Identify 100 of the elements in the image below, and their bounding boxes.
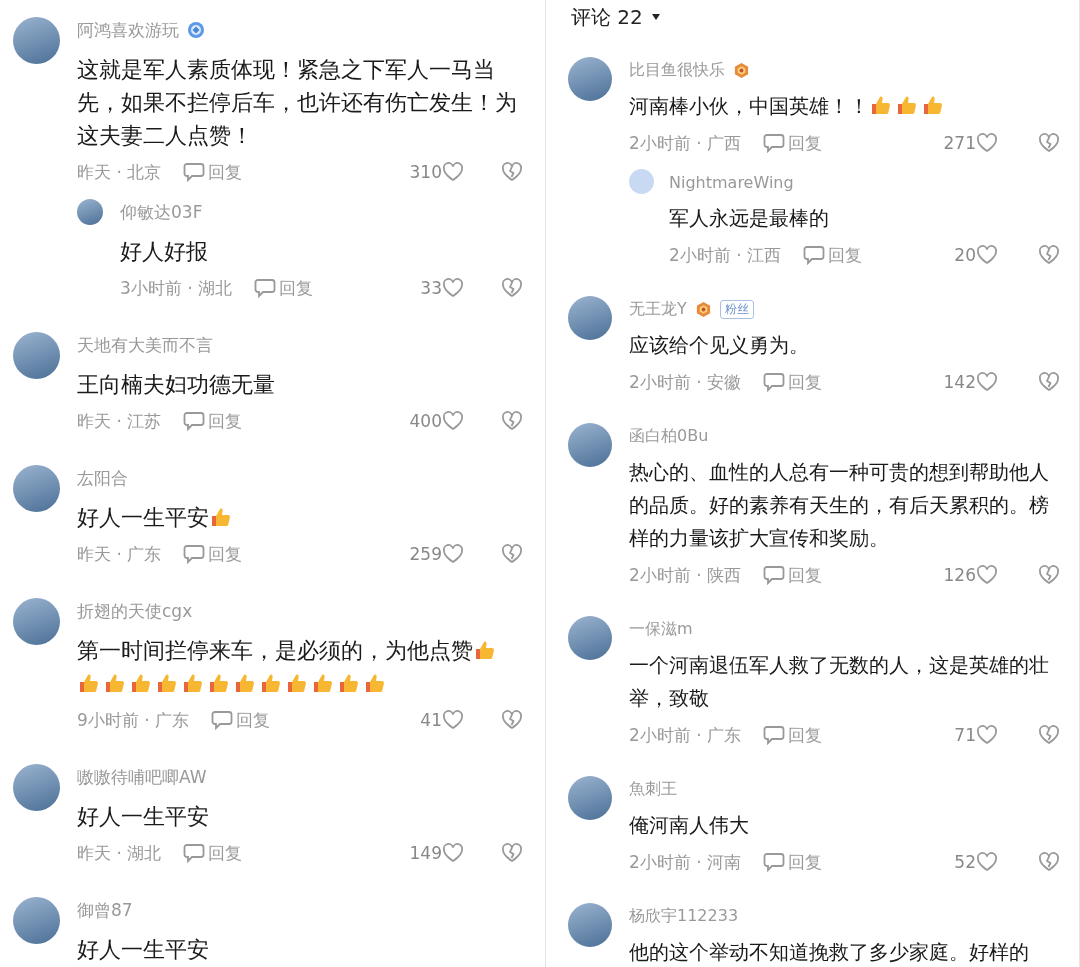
timestamp-location: 昨天 · 广东: [77, 542, 162, 566]
reply-button[interactable]: 回复: [183, 841, 243, 865]
broken-heart-icon[interactable]: [1038, 851, 1060, 873]
username[interactable]: 天地有大美而不言: [77, 333, 213, 357]
avatar[interactable]: [568, 616, 612, 660]
reply-button[interactable]: 回复: [183, 160, 243, 184]
comment-text: 军人永远是最棒的: [669, 206, 829, 230]
avatar[interactable]: [13, 897, 60, 944]
username[interactable]: 阿鸿喜欢游玩: [77, 18, 179, 42]
broken-heart-icon[interactable]: [501, 161, 523, 183]
timestamp-location: 2小时前 · 河南: [629, 850, 742, 874]
heart-icon[interactable]: [442, 161, 464, 183]
reply-button[interactable]: 回复: [763, 850, 823, 874]
avatar[interactable]: [13, 332, 60, 379]
comment-text: 好人一生平安: [77, 937, 209, 962]
reply-button[interactable]: 回复: [803, 243, 863, 267]
avatar[interactable]: [13, 465, 60, 512]
heart-icon[interactable]: [442, 543, 464, 565]
comment-text: 第一时间拦停来车，是必须的，为他点赞: [77, 638, 473, 663]
avatar[interactable]: [77, 199, 103, 225]
username[interactable]: 比目鱼很快乐: [629, 59, 725, 81]
comment-bubble-icon: [763, 851, 786, 873]
heart-icon[interactable]: [976, 724, 998, 746]
heart-icon[interactable]: [442, 410, 464, 432]
reply-button[interactable]: 回复: [763, 131, 823, 155]
broken-heart-icon[interactable]: [501, 410, 523, 432]
comment-bubble-icon: [763, 724, 786, 746]
broken-heart-icon[interactable]: [501, 709, 523, 731]
comment-bubble-icon: [763, 564, 786, 586]
heart-icon[interactable]: [976, 132, 998, 154]
heart-icon[interactable]: [976, 564, 998, 586]
username[interactable]: NightmareWing: [669, 172, 794, 192]
broken-heart-icon[interactable]: [1038, 371, 1060, 393]
heart-icon[interactable]: [442, 277, 464, 299]
comment-bubble-icon: [183, 410, 206, 432]
broken-heart-icon[interactable]: [501, 277, 523, 299]
timestamp-location: 9小时前 · 广东: [77, 708, 190, 732]
comment-text: 应该给个见义勇为。: [629, 333, 809, 357]
dropdown-caret-icon[interactable]: [650, 12, 661, 22]
avatar[interactable]: [568, 296, 612, 340]
like-count: 52: [954, 852, 976, 872]
timestamp-location: 昨天 · 湖北: [77, 841, 162, 865]
heart-icon[interactable]: [976, 371, 998, 393]
comment-text: 俺河南人伟大: [629, 813, 749, 837]
username[interactable]: 御曾87: [77, 898, 133, 922]
reply-button[interactable]: 回复: [254, 276, 314, 300]
comment-bubble-icon: [803, 244, 826, 266]
like-count: 71: [954, 725, 976, 745]
comment-text: 他的这个举动不知道挽救了多少家庭。好样的: [629, 940, 1029, 964]
medal-badge-icon: [733, 61, 750, 79]
comment-text: 王向楠夫妇功德无量: [77, 372, 275, 397]
reply-button[interactable]: 回复: [211, 708, 271, 732]
comment-text: 河南棒小伙，中国英雄！！: [629, 94, 869, 118]
heart-icon[interactable]: [442, 709, 464, 731]
avatar[interactable]: [568, 57, 612, 101]
heart-icon[interactable]: [976, 244, 998, 266]
verified-badge-icon: [187, 21, 205, 39]
timestamp-location: 2小时前 · 广东: [629, 723, 742, 747]
broken-heart-icon[interactable]: [501, 842, 523, 864]
username[interactable]: 厷阳合: [77, 466, 128, 490]
like-count: 259: [409, 544, 442, 564]
heart-icon[interactable]: [442, 842, 464, 864]
avatar[interactable]: [13, 17, 60, 64]
like-count: 20: [954, 245, 976, 265]
comment-bubble-icon: [763, 371, 786, 393]
comment-text: 好人好报: [120, 239, 208, 264]
username[interactable]: 魚刺王: [629, 778, 677, 800]
reply-button[interactable]: 回复: [763, 563, 823, 587]
username[interactable]: 仰敏达03F: [120, 200, 203, 224]
broken-heart-icon[interactable]: [1038, 564, 1060, 586]
username[interactable]: 嗷嗷待哺吧唧AW: [77, 765, 207, 789]
reply-button[interactable]: 回复: [763, 723, 823, 747]
username[interactable]: 杨欣宇112233: [629, 905, 739, 927]
heart-icon[interactable]: [976, 851, 998, 873]
comment-bubble-icon: [254, 277, 277, 299]
broken-heart-icon[interactable]: [1038, 244, 1060, 266]
username[interactable]: 无王龙Y: [629, 298, 687, 320]
like-count: 41: [420, 710, 442, 730]
avatar[interactable]: [13, 598, 60, 645]
comment-bubble-icon: [183, 161, 206, 183]
username[interactable]: 折翅的天使cgx: [77, 599, 193, 623]
like-count: 33: [420, 278, 442, 298]
avatar[interactable]: [13, 764, 60, 811]
timestamp-location: 2小时前 · 陕西: [629, 563, 742, 587]
comment-bubble-icon: [183, 842, 206, 864]
reply-button[interactable]: 回复: [183, 542, 243, 566]
username[interactable]: 一保滋m: [629, 618, 693, 640]
reply-button[interactable]: 回复: [183, 409, 243, 433]
reply-button[interactable]: 回复: [763, 370, 823, 394]
broken-heart-icon[interactable]: [501, 543, 523, 565]
timestamp-location: 2小时前 · 江西: [669, 243, 782, 267]
username[interactable]: 函白柏0Bu: [629, 425, 709, 447]
broken-heart-icon[interactable]: [1038, 132, 1060, 154]
avatar[interactable]: [568, 776, 612, 820]
avatar[interactable]: [568, 903, 612, 947]
medal-badge-icon: [694, 300, 712, 318]
avatar[interactable]: [568, 423, 612, 467]
broken-heart-icon[interactable]: [1038, 724, 1060, 746]
comment-count-heading: 评论 22: [571, 3, 643, 31]
like-count: 149: [409, 843, 442, 863]
